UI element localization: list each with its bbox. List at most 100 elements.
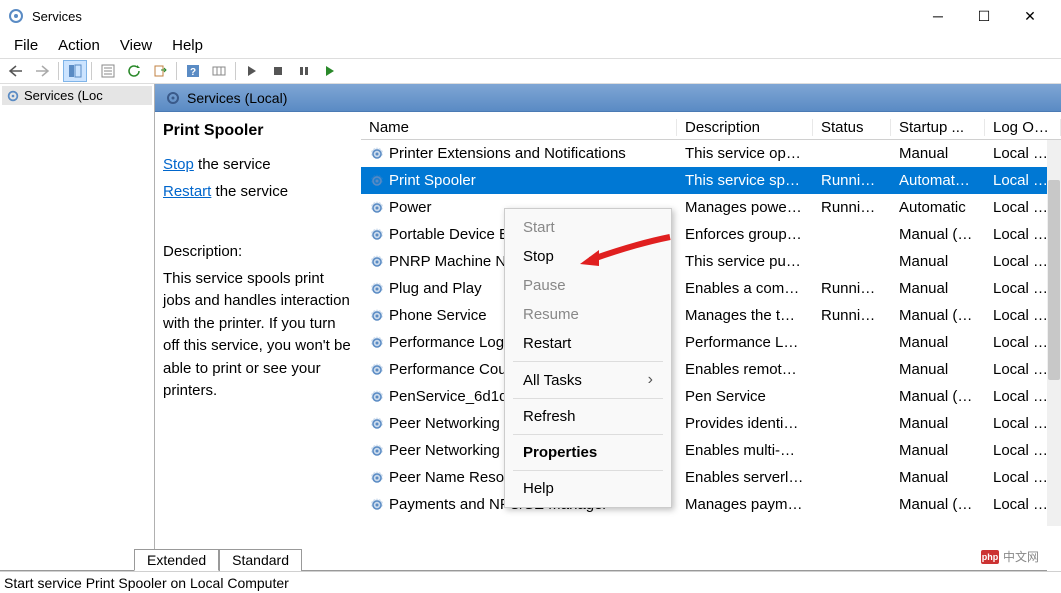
ctx-all-tasks[interactable]: All Tasks — [505, 365, 671, 395]
svg-text:?: ? — [190, 67, 196, 78]
stop-link[interactable]: Stop — [163, 156, 194, 173]
gear-icon — [165, 90, 181, 106]
cell-desc: This service op… — [677, 145, 813, 162]
col-description[interactable]: Description — [677, 119, 813, 136]
ctx-refresh[interactable]: Refresh — [505, 402, 671, 431]
ctx-start: Start — [505, 213, 671, 242]
window-title: Services — [32, 9, 915, 24]
cell-name: Print Spooler — [361, 172, 677, 189]
cell-status: Runni… — [813, 307, 891, 324]
cell-desc: Enables remot… — [677, 361, 813, 378]
cell-desc: Manages the t… — [677, 307, 813, 324]
watermark: php 中文网 — [981, 548, 1039, 565]
col-startup[interactable]: Startup ... — [891, 119, 985, 136]
maximize-button[interactable]: ☐ — [961, 0, 1007, 32]
service-row[interactable]: Print SpoolerThis service sp…Runni…Autom… — [361, 167, 1061, 194]
service-row[interactable]: Phone ServiceManages the t…Runni…Manual … — [361, 302, 1061, 329]
ctx-restart[interactable]: Restart — [505, 329, 671, 358]
cell-desc: Manages paym… — [677, 496, 813, 513]
service-row[interactable]: Peer Name Resolution ProtocolEnables ser… — [361, 464, 1061, 491]
close-button[interactable]: ✕ — [1007, 0, 1053, 32]
cell-startup: Manual (… — [891, 388, 985, 405]
service-row[interactable]: Printer Extensions and NotificationsThis… — [361, 140, 1061, 167]
cell-startup: Manual — [891, 334, 985, 351]
cell-name: Printer Extensions and Notifications — [361, 145, 677, 162]
service-row[interactable]: Performance LogPerformance L…ManualLocal… — [361, 329, 1061, 356]
services-icon — [8, 8, 24, 24]
cell-status: Runni… — [813, 280, 891, 297]
menu-action[interactable]: Action — [50, 35, 108, 56]
list-panel: Name Description Status Startup ... Log … — [361, 112, 1061, 554]
gear-icon — [6, 89, 20, 103]
col-status[interactable]: Status — [813, 119, 891, 136]
pane-title: Services (Local) — [187, 90, 287, 106]
service-row[interactable]: PenService_6d1daPen ServiceManual (…Loca… — [361, 383, 1061, 410]
menu-view[interactable]: View — [112, 35, 160, 56]
list-header: Name Description Status Startup ... Log … — [361, 112, 1061, 140]
ctx-stop[interactable]: Stop — [505, 242, 671, 271]
cell-startup: Manual — [891, 145, 985, 162]
service-row[interactable]: PowerManages powe…Runni…AutomaticLocal S… — [361, 194, 1061, 221]
tab-extended[interactable]: Extended — [134, 549, 219, 571]
show-hide-button[interactable] — [63, 60, 87, 82]
forward-button[interactable] — [30, 60, 54, 82]
cell-startup: Manual — [891, 280, 985, 297]
start-service-button[interactable] — [240, 60, 264, 82]
cell-desc: This service pu… — [677, 253, 813, 270]
ctx-resume: Resume — [505, 300, 671, 329]
cell-desc: Enables a com… — [677, 280, 813, 297]
service-row[interactable]: Payments and NFC/SE ManagerManages paym…… — [361, 491, 1061, 518]
cell-desc: This service sp… — [677, 172, 813, 189]
tab-standard[interactable]: Standard — [219, 549, 302, 571]
column-button[interactable] — [207, 60, 231, 82]
cell-status: Runni… — [813, 172, 891, 189]
titlebar: Services ─ ☐ ✕ — [0, 0, 1061, 32]
cell-startup: Automatic — [891, 199, 985, 216]
help-button[interactable]: ? — [181, 60, 205, 82]
export-button[interactable] — [148, 60, 172, 82]
restart-link[interactable]: Restart — [163, 183, 211, 200]
detail-panel: Print Spooler Stop the service Restart t… — [155, 112, 361, 554]
cell-startup: Manual (… — [891, 496, 985, 513]
desc-label: Description: — [163, 241, 353, 264]
back-button[interactable] — [4, 60, 28, 82]
refresh-button[interactable] — [122, 60, 146, 82]
pane-header: Services (Local) — [155, 84, 1061, 112]
cell-startup: Manual — [891, 415, 985, 432]
ctx-help[interactable]: Help — [505, 474, 671, 503]
cell-desc: Performance L… — [677, 334, 813, 351]
cell-startup: Manual — [891, 361, 985, 378]
menu-file[interactable]: File — [6, 35, 46, 56]
ctx-properties[interactable]: Properties — [505, 438, 671, 467]
statusbar: Start service Print Spooler on Local Com… — [0, 571, 1061, 593]
minimize-button[interactable]: ─ — [915, 0, 961, 32]
ctx-pause: Pause — [505, 271, 671, 300]
cell-startup: Manual — [891, 253, 985, 270]
properties-button[interactable] — [96, 60, 120, 82]
restart-service-button[interactable] — [318, 60, 342, 82]
service-row[interactable]: Peer NetworkingEnables multi-…ManualLoca… — [361, 437, 1061, 464]
stop-service-button[interactable] — [266, 60, 290, 82]
cell-desc: Provides identi… — [677, 415, 813, 432]
view-tabs: Extended Standard — [134, 549, 302, 571]
pause-service-button[interactable] — [292, 60, 316, 82]
cell-desc: Pen Service — [677, 388, 813, 405]
cell-startup: Automat… — [891, 172, 985, 189]
cell-desc: Enables serverl… — [677, 469, 813, 486]
col-name[interactable]: Name — [361, 119, 677, 136]
cell-startup: Manual (… — [891, 226, 985, 243]
service-row[interactable]: Peer NetworkingProvides identi…ManualLoc… — [361, 410, 1061, 437]
service-row[interactable]: Portable Device EEnforces group…Manual (… — [361, 221, 1061, 248]
context-menu: Start Stop Pause Resume Restart All Task… — [504, 208, 672, 508]
col-logon[interactable]: Log On As — [985, 119, 1061, 136]
desc-text: This service spools print jobs and handl… — [163, 268, 353, 403]
service-row[interactable]: Plug and PlayEnables a com…Runni…ManualL… — [361, 275, 1061, 302]
cell-startup: Manual — [891, 442, 985, 459]
service-row[interactable]: Performance CouEnables remot…ManualLocal… — [361, 356, 1061, 383]
vertical-scrollbar[interactable] — [1047, 140, 1061, 526]
service-row[interactable]: PNRP Machine NThis service pu…ManualLoca… — [361, 248, 1061, 275]
tree-item-label: Services (Loc — [24, 88, 103, 103]
tree-pane: Services (Loc — [0, 84, 155, 554]
tree-item-services-local[interactable]: Services (Loc — [2, 86, 152, 105]
menu-help[interactable]: Help — [164, 35, 211, 56]
